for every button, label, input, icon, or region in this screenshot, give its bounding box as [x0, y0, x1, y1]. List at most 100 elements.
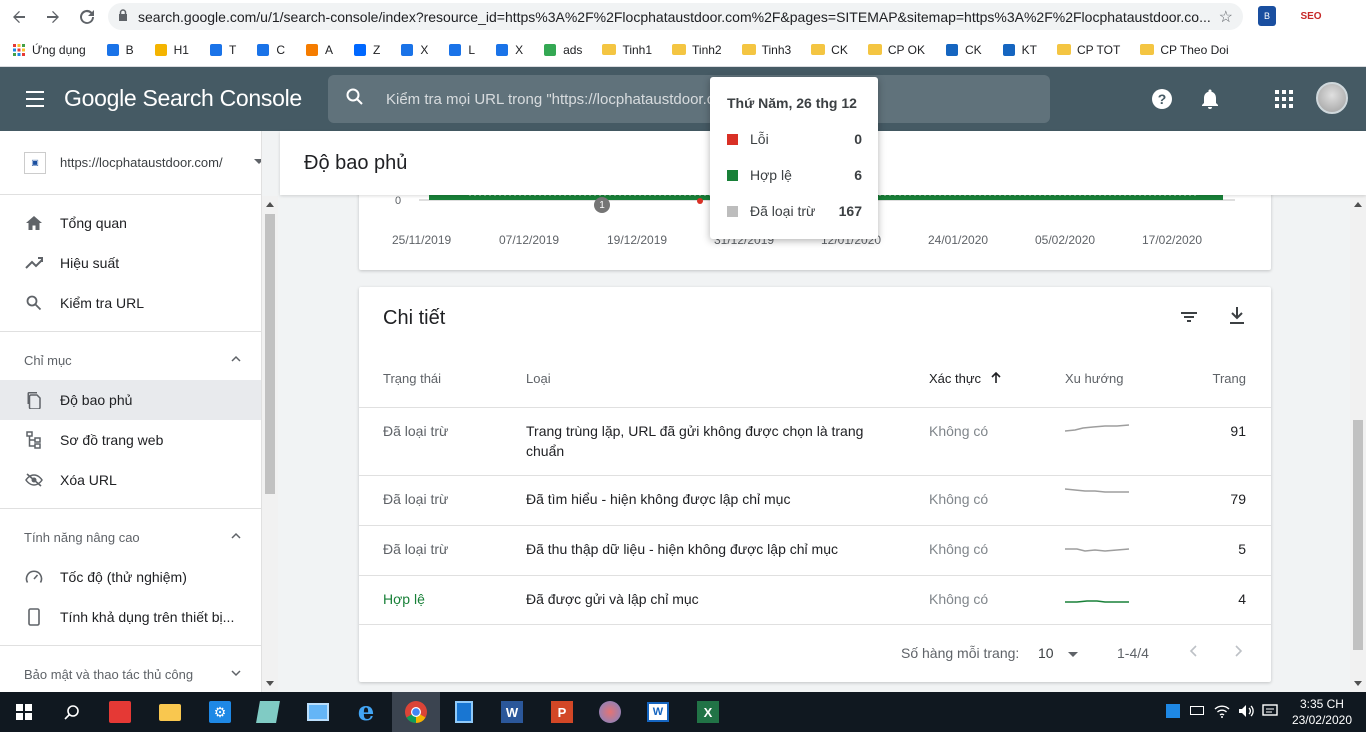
- site-icon: [495, 43, 509, 57]
- bookmark-item[interactable]: H1: [154, 43, 189, 57]
- table-row[interactable]: Hợp lệ Đã được gửi và lập chỉ mục Không …: [359, 575, 1271, 625]
- sidebar-item-mobile-usability[interactable]: Tính khả dụng trên thiết bị...: [0, 597, 261, 637]
- scroll-up-arrow-icon[interactable]: [266, 202, 274, 207]
- bookmark-item[interactable]: CP OK: [867, 43, 925, 57]
- sidebar-item-overview[interactable]: Tổng quan: [0, 203, 261, 243]
- extension-icon[interactable]: B: [1258, 6, 1276, 26]
- wordpad-icon[interactable]: W: [634, 692, 682, 732]
- remote-desktop-icon[interactable]: [294, 692, 342, 732]
- bookmark-item[interactable]: Tinh2: [672, 43, 722, 57]
- back-icon[interactable]: [4, 2, 34, 32]
- bookmark-item[interactable]: ads: [543, 43, 582, 57]
- bookmark-item[interactable]: CK: [811, 43, 848, 57]
- bookmark-item[interactable]: Z: [353, 43, 380, 57]
- paint-icon[interactable]: [586, 692, 634, 732]
- scrollbar-thumb[interactable]: [265, 214, 275, 494]
- bookmark-item[interactable]: Tinh1: [602, 43, 652, 57]
- bookmark-item[interactable]: KT: [1002, 43, 1037, 57]
- bookmark-item[interactable]: X: [495, 43, 523, 57]
- bookmark-item[interactable]: CK: [945, 43, 982, 57]
- bookmark-item[interactable]: CP Theo Doi: [1140, 43, 1229, 57]
- tray-app-icon[interactable]: [1166, 704, 1180, 718]
- bookmark-item[interactable]: Ứng dụng: [12, 43, 86, 57]
- excel-icon[interactable]: X: [684, 692, 732, 732]
- volume-icon[interactable]: [1238, 704, 1254, 721]
- settings-app-icon[interactable]: ⚙: [196, 692, 244, 732]
- help-icon[interactable]: ?: [1150, 87, 1174, 111]
- column-header-trend[interactable]: Xu hướng: [1065, 371, 1123, 386]
- notifications-icon[interactable]: [1198, 87, 1222, 111]
- taskbar-app-icon[interactable]: [96, 692, 144, 732]
- sidebar-item-performance[interactable]: Hiệu suất: [0, 243, 261, 283]
- reload-icon[interactable]: [72, 2, 102, 32]
- chevron-up-icon: [231, 532, 241, 539]
- column-header-validation[interactable]: Xác thực: [929, 371, 1001, 386]
- battery-icon[interactable]: [1190, 704, 1204, 715]
- taskbar-search-icon[interactable]: [48, 692, 96, 732]
- bookmark-item[interactable]: C: [256, 43, 285, 57]
- rows-per-page-select[interactable]: 10: [1038, 645, 1054, 661]
- table-row[interactable]: Đã loại trừ Đã thu thập dữ liệu - hiện k…: [359, 525, 1271, 575]
- sidebar-item-coverage[interactable]: Độ bao phủ: [0, 380, 261, 420]
- bookmark-label: CK: [831, 42, 848, 57]
- table-row[interactable]: Đã loại trừ Đã tìm hiểu - hiện không đượ…: [359, 475, 1271, 525]
- start-windows-icon[interactable]: [0, 692, 48, 732]
- dropdown-arrow-icon[interactable]: [1068, 652, 1078, 657]
- notification-center-icon[interactable]: [1262, 704, 1278, 721]
- bookmark-item[interactable]: L: [448, 43, 475, 57]
- address-bar[interactable]: search.google.com/u/1/search-console/ind…: [108, 3, 1243, 30]
- bookmark-item[interactable]: A: [305, 43, 333, 57]
- table-row[interactable]: Đã loại trừ Trang trùng lặp, URL đã gửi …: [359, 407, 1271, 475]
- column-header-pages[interactable]: Trang: [1213, 371, 1246, 386]
- bookmark-item[interactable]: X: [400, 43, 428, 57]
- word-icon[interactable]: W: [488, 692, 536, 732]
- scrollbar-thumb[interactable]: [1353, 420, 1363, 650]
- bookmark-star-icon[interactable]: ☆: [1219, 7, 1233, 27]
- bookmark-label: H1: [173, 42, 189, 57]
- filter-icon[interactable]: [1179, 307, 1199, 327]
- notes-app-icon[interactable]: [244, 692, 292, 732]
- scroll-up-arrow-icon[interactable]: [1354, 202, 1362, 207]
- column-header-status[interactable]: Trạng thái: [383, 371, 441, 386]
- sidebar-scrollbar[interactable]: [262, 196, 278, 692]
- url-inspect-search[interactable]: Kiểm tra mọi URL trong "https://locphata…: [328, 75, 1050, 123]
- taskbar-clock[interactable]: 3:35 CH 23/02/2020: [1292, 696, 1352, 728]
- bookmark-item[interactable]: T: [209, 43, 236, 57]
- powerpoint-icon[interactable]: P: [538, 692, 586, 732]
- bookmark-label: T: [228, 42, 237, 57]
- sidebar-item-removals[interactable]: Xóa URL: [0, 460, 261, 500]
- chrome-icon[interactable]: [392, 692, 440, 732]
- site-icon: [106, 43, 120, 57]
- seo-extension-icon[interactable]: SEO: [1298, 5, 1324, 27]
- avatar[interactable]: [1316, 82, 1348, 114]
- section-advanced-header[interactable]: Tính năng nâng cao: [0, 517, 261, 557]
- sidebar-item-url-inspection[interactable]: Kiểm tra URL: [0, 283, 261, 323]
- menu-icon[interactable]: [26, 91, 44, 107]
- sidebar-item-speed[interactable]: Tốc độ (thử nghiệm): [0, 557, 261, 597]
- file-explorer-icon[interactable]: [146, 692, 194, 732]
- speed-icon: [24, 567, 44, 587]
- column-header-type[interactable]: Loại: [526, 371, 551, 386]
- bookmark-item[interactable]: CP TOT: [1056, 43, 1120, 57]
- forward-icon[interactable]: [38, 2, 68, 32]
- sidebar-item-sitemaps[interactable]: Sơ đồ trang web: [0, 420, 261, 460]
- main-scrollbar[interactable]: [1350, 195, 1366, 692]
- download-icon[interactable]: [1227, 305, 1247, 327]
- property-selector[interactable]: ▣ https://locphataustdoor.com/: [0, 131, 261, 195]
- bookmark-item[interactable]: B: [106, 43, 134, 57]
- prev-page-icon[interactable]: [1185, 643, 1201, 659]
- details-title: Chi tiết: [383, 307, 446, 329]
- annotation-marker[interactable]: 1: [594, 197, 610, 213]
- wifi-icon[interactable]: [1214, 704, 1230, 721]
- section-index-header[interactable]: Chỉ mục: [0, 340, 261, 380]
- scroll-down-arrow-icon[interactable]: [266, 681, 274, 686]
- sidebar-item-label: Độ bao phủ: [60, 392, 133, 408]
- apps-grid-icon[interactable]: [1272, 87, 1296, 111]
- sidebar-item-label: Sơ đồ trang web: [60, 432, 164, 448]
- internet-explorer-icon[interactable]: e: [342, 692, 390, 732]
- calculator-icon[interactable]: [440, 692, 488, 732]
- scroll-down-arrow-icon[interactable]: [1354, 681, 1362, 686]
- section-security-header[interactable]: Bảo mật và thao tác thủ công: [0, 654, 261, 692]
- bookmark-item[interactable]: Tinh3: [741, 43, 791, 57]
- next-page-icon[interactable]: [1231, 643, 1247, 659]
